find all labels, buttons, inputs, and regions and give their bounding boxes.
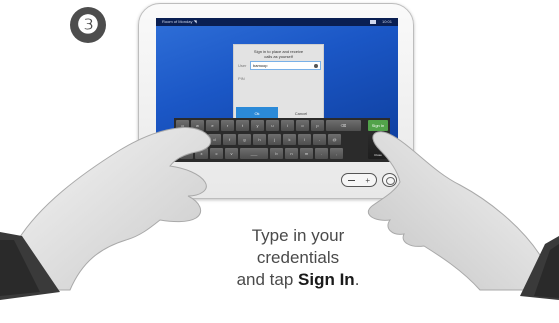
instruction-caption: Type in your credentials and tap Sign In… [206,225,390,291]
room-name: Room of Monday ◥ [162,19,197,24]
key[interactable]: v [225,148,238,159]
close-icon: ✖ [375,139,381,146]
key[interactable]: s [193,134,206,145]
caption-line-3: and tap Sign In. [206,269,390,291]
close-key-label: Close [374,153,382,157]
pin-input[interactable] [250,74,321,83]
key[interactable]: i [281,120,294,131]
device-screen: Room of Monday ◥ 10:01 Sign in to place … [156,18,398,162]
key[interactable]: r [221,120,234,131]
dialog-title-line-2: calls as yourself [264,54,293,59]
caption-sign-in-emphasis: Sign In [298,270,355,289]
backspace-key[interactable]: ⌫ [326,120,361,131]
caption-line-3-prefix: and tap [236,270,299,289]
key[interactable]: a [178,134,191,145]
key[interactable]: - [313,134,326,145]
home-button[interactable] [382,173,397,187]
key[interactable]: w [191,120,204,131]
user-label: User [238,63,247,68]
user-field-row: User bamoop [238,61,321,70]
status-bar: Room of Monday ◥ 10:01 [156,18,398,26]
key[interactable]: j [268,134,281,145]
key[interactable]: c [210,148,223,159]
key[interactable]: b [270,148,283,159]
key[interactable]: q [176,120,189,131]
key[interactable]: u [266,120,279,131]
key[interactable]: , [330,148,343,159]
key[interactable]: k [283,134,296,145]
key[interactable]: e [206,120,219,131]
key[interactable]: m [300,148,313,159]
key[interactable]: p [311,120,324,131]
clear-icon[interactable] [314,64,318,68]
key[interactable]: . [315,148,328,159]
user-input[interactable]: bamoop [250,61,321,70]
volume-control[interactable]: + [341,173,377,187]
key[interactable]: d [208,134,221,145]
dialog-title: Sign in to place and receive calls as yo… [234,49,323,59]
key[interactable]: x [195,148,208,159]
plus-icon[interactable]: + [365,176,370,185]
space-key[interactable]: ___ [240,148,268,159]
on-screen-keyboard: q w e r t y u i o p ⌫ a s d f g h j k l … [174,118,390,162]
key[interactable]: n [285,148,298,159]
key[interactable]: o [296,120,309,131]
key[interactable]: f [223,134,236,145]
sign-in-key[interactable]: Sign In [368,120,388,131]
caption-line-2: credentials [256,248,340,267]
key[interactable]: z [180,148,193,159]
clock: 10:01 [381,19,392,24]
key[interactable]: y [251,120,264,131]
step-number-badge: ❸ [70,7,106,43]
key[interactable]: h [253,134,266,145]
sign-in-dialog: Sign in to place and receive calls as yo… [233,44,324,125]
pin-field-row: PIN [238,74,321,83]
user-input-value: bamoop [253,63,268,68]
caption-line-3-suffix: . [354,270,360,289]
key[interactable]: g [238,134,251,145]
minus-icon[interactable] [348,180,355,181]
key[interactable]: @ [328,134,341,145]
pin-label: PIN [238,76,245,81]
key[interactable]: l [298,134,311,145]
camera-icon [370,20,376,24]
caption-line-1: Type in your [251,226,345,245]
close-keyboard-key[interactable]: ✖ Close [368,134,388,159]
key[interactable]: t [236,120,249,131]
